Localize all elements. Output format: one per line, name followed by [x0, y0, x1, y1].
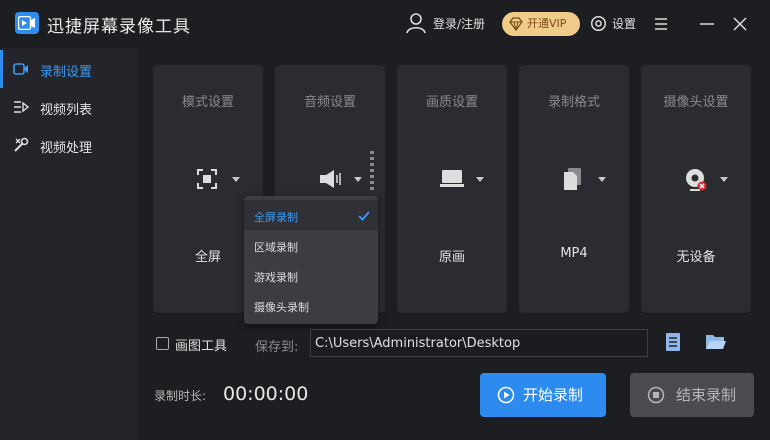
chevron-down-icon[interactable]	[476, 177, 484, 182]
chevron-down-icon[interactable]	[720, 177, 728, 182]
chevron-down-icon[interactable]	[598, 177, 606, 182]
stop-record-label: 结束录制	[676, 386, 737, 404]
duration-label: 录制时长:	[154, 389, 207, 403]
menu-icon[interactable]	[651, 14, 671, 34]
card-value: 原画	[438, 250, 465, 265]
sidebar-item-label: 视频处理	[40, 141, 93, 156]
file-icon	[564, 168, 581, 190]
menu-item-label: 游戏录制	[254, 271, 298, 284]
gear-icon[interactable]	[590, 15, 607, 32]
login-link[interactable]: 登录/注册	[433, 15, 485, 32]
card-value: 无设备	[676, 250, 716, 265]
folder-icon[interactable]	[705, 333, 727, 351]
start-record-label: 开始录制	[523, 386, 584, 404]
chevron-down-icon[interactable]	[232, 177, 240, 182]
draw-tool-label[interactable]: 画图工具	[175, 335, 227, 354]
card-title: 画质设置	[425, 95, 478, 110]
diamond-icon	[509, 17, 523, 31]
volume-level-bar[interactable]	[370, 151, 374, 195]
tools-icon	[14, 137, 29, 152]
card-quality-settings[interactable]: 画质设置 原画	[397, 65, 507, 313]
menu-item-camera-record[interactable]: 摄像头录制	[244, 290, 378, 320]
stop-icon	[647, 386, 665, 404]
sidebar-item-video-processing[interactable]: 视频处理	[0, 126, 137, 164]
settings-link[interactable]: 设置	[612, 15, 636, 32]
title-bar: 迅捷屏幕录像工具 登录/注册 开通VIP 设置	[0, 0, 770, 48]
user-icon[interactable]	[405, 12, 427, 34]
menu-item-region-record[interactable]: 区域录制	[244, 230, 378, 260]
card-title: 录制格式	[547, 95, 600, 110]
close-icon[interactable]	[730, 14, 750, 34]
menu-item-label: 摄像头录制	[254, 301, 309, 314]
fullscreen-icon	[197, 169, 217, 189]
sidebar-item-video-list[interactable]: 视频列表	[0, 88, 137, 126]
checkmark-icon	[358, 211, 370, 221]
mode-dropdown-menu: 全屏录制 区域录制 游戏录制 摄像头录制	[244, 196, 378, 324]
card-camera-settings[interactable]: 摄像头设置 无设备	[641, 65, 751, 313]
card-title: 音频设置	[303, 95, 356, 110]
menu-item-game-record[interactable]: 游戏录制	[244, 260, 378, 290]
app-title: 迅捷屏幕录像工具	[47, 17, 191, 37]
start-record-button[interactable]: 开始录制	[480, 373, 606, 417]
menu-item-label: 全屏录制	[254, 211, 298, 224]
stop-record-button[interactable]: 结束录制	[630, 373, 754, 417]
vip-button[interactable]: 开通VIP	[502, 12, 580, 36]
save-path-field[interactable]: C:\Users\Administrator\Desktop	[310, 329, 648, 357]
minimize-icon[interactable]	[697, 14, 717, 34]
sidebar: 录制设置 视频列表 视频处理	[0, 48, 137, 440]
play-icon	[497, 386, 515, 404]
card-title: 摄像头设置	[663, 95, 729, 110]
app-logo-icon	[15, 12, 39, 34]
card-value: MP4	[560, 246, 588, 261]
camera-icon	[686, 169, 707, 191]
card-record-format[interactable]: 录制格式 MP4	[519, 65, 629, 313]
file-list-icon[interactable]	[664, 332, 682, 352]
duration-value: 00:00:00	[223, 383, 309, 405]
vip-label: 开通VIP	[527, 17, 567, 30]
speaker-icon	[320, 170, 341, 188]
menu-item-fullscreen-record[interactable]: 全屏录制	[244, 200, 378, 230]
record-settings-icon	[13, 63, 28, 75]
draw-tool-checkbox[interactable]	[156, 337, 169, 350]
sidebar-item-label: 视频列表	[40, 103, 93, 118]
save-to-label: 保存到:	[255, 340, 299, 355]
card-title: 模式设置	[181, 95, 234, 110]
list-icon	[14, 101, 29, 113]
sidebar-item-label: 录制设置	[40, 65, 93, 80]
menu-item-label: 区域录制	[254, 241, 298, 254]
sidebar-item-record-settings[interactable]: 录制设置	[0, 50, 137, 88]
monitor-icon	[440, 170, 464, 187]
chevron-down-icon[interactable]	[354, 177, 362, 182]
